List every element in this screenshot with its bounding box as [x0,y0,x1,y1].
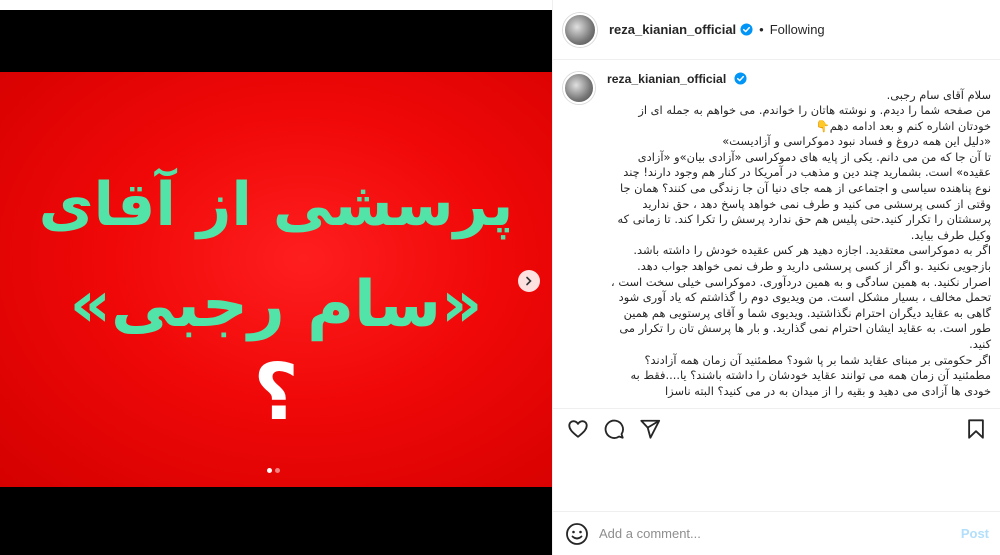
post-header: reza_kianian_official • Following [553,0,1000,60]
emoji-button[interactable] [565,522,589,546]
comment-bar: Post [553,511,1000,555]
share-icon [640,419,661,439]
post-sidebar: reza_kianian_official • Following reza_k… [552,0,1000,555]
caption-text: سلام آقای سام رجبی. من صفحه شما را دیدم.… [611,87,991,398]
verified-badge-icon [734,72,747,85]
caption-body: reza_kianian_official سلام آقای سام رجبی… [607,72,991,402]
post-media: پرسشی از آقای «سام رجبی» ؟ [0,0,552,555]
like-button[interactable] [565,416,591,442]
media-top-strip [0,0,552,10]
carousel-dot-active [267,468,272,473]
post-actions [553,408,1000,448]
bookmark-icon [968,418,984,439]
comment-icon [604,419,624,439]
slide-question-mark: ؟ [253,348,299,438]
avatar[interactable] [563,12,597,47]
share-button[interactable] [637,416,663,442]
caption-username[interactable]: reza_kianian_official [607,72,726,86]
slide-text-line-2: «سام رجبی» [69,268,483,342]
verified-badge-icon [740,23,753,36]
caption-header: reza_kianian_official [607,72,991,88]
carousel-dot [275,468,280,473]
following-button[interactable]: Following [770,22,825,37]
heart-icon [568,419,588,438]
comment-input[interactable] [599,526,961,541]
carousel-indicator [267,468,280,473]
post-comment-button[interactable]: Post [961,526,989,541]
chevron-right-icon [526,276,532,286]
comment-button[interactable] [601,416,627,442]
carousel-slide[interactable]: پرسشی از آقای «سام رجبی» ؟ [0,72,552,487]
header-separator: • [759,22,764,37]
caption-scroll-area[interactable]: reza_kianian_official سلام آقای سام رجبی… [553,62,1000,402]
slide-text-line-1: پرسشی از آقای [38,170,514,240]
header-username[interactable]: reza_kianian_official [609,22,736,37]
smiley-icon [566,522,588,545]
save-button[interactable] [963,416,989,442]
caption-avatar[interactable] [563,72,595,104]
carousel-next-button[interactable] [518,270,540,292]
